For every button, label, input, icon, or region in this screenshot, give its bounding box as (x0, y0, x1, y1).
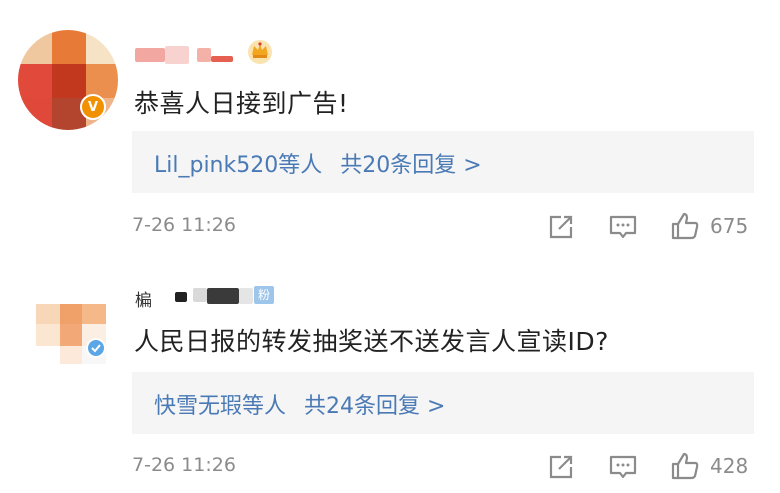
reply-count-link[interactable]: 共24条回复 > (304, 388, 445, 420)
reply-preview[interactable]: Lil_pink520等人 共20条回复 > (132, 131, 754, 193)
crown-icon (248, 40, 272, 64)
like-button[interactable]: 675 (670, 210, 760, 242)
comment-item: 楄 粉 人民日报的转发抽奖送不送发言人宣读ID? 快雪无瑕等人 共24条回复 >… (0, 262, 780, 493)
verified-badge-icon: V (80, 94, 106, 120)
comment-item: V 恭喜人日接到广告! Lil_pink520等人 共20条回复 > 7-26 … (0, 0, 780, 250)
timestamp: 7-26 11:26 (132, 214, 236, 236)
username-fragment: 楄 (135, 291, 152, 311)
reply-preview[interactable]: 快雪无瑕等人 共24条回复 > (132, 372, 754, 434)
share-icon[interactable] (546, 210, 576, 242)
comment-footer: 7-26 11:26 675 (132, 210, 754, 244)
comment-icon[interactable] (608, 210, 638, 242)
avatar[interactable] (18, 274, 118, 374)
reply-users-link[interactable]: Lil_pink520等人 (154, 147, 322, 179)
verified-badge-icon (86, 338, 106, 358)
thumbs-up-icon (671, 212, 699, 240)
like-count: 428 (710, 454, 749, 478)
fan-badge: 粉 (254, 286, 275, 304)
reply-count-link[interactable]: 共20条回复 > (340, 147, 481, 179)
thumbs-up-icon (671, 452, 699, 480)
comment-text: 恭喜人日接到广告! (134, 89, 349, 118)
like-button[interactable]: 428 (670, 450, 760, 482)
comment-text: 人民日报的转发抽奖送不送发言人宣读ID? (134, 327, 609, 356)
reply-users-link[interactable]: 快雪无瑕等人 (154, 388, 286, 420)
share-icon[interactable] (546, 450, 576, 482)
comment-footer: 7-26 11:26 428 (132, 450, 754, 484)
like-count: 675 (710, 214, 749, 238)
comment-icon[interactable] (608, 450, 638, 482)
timestamp: 7-26 11:26 (132, 454, 236, 476)
